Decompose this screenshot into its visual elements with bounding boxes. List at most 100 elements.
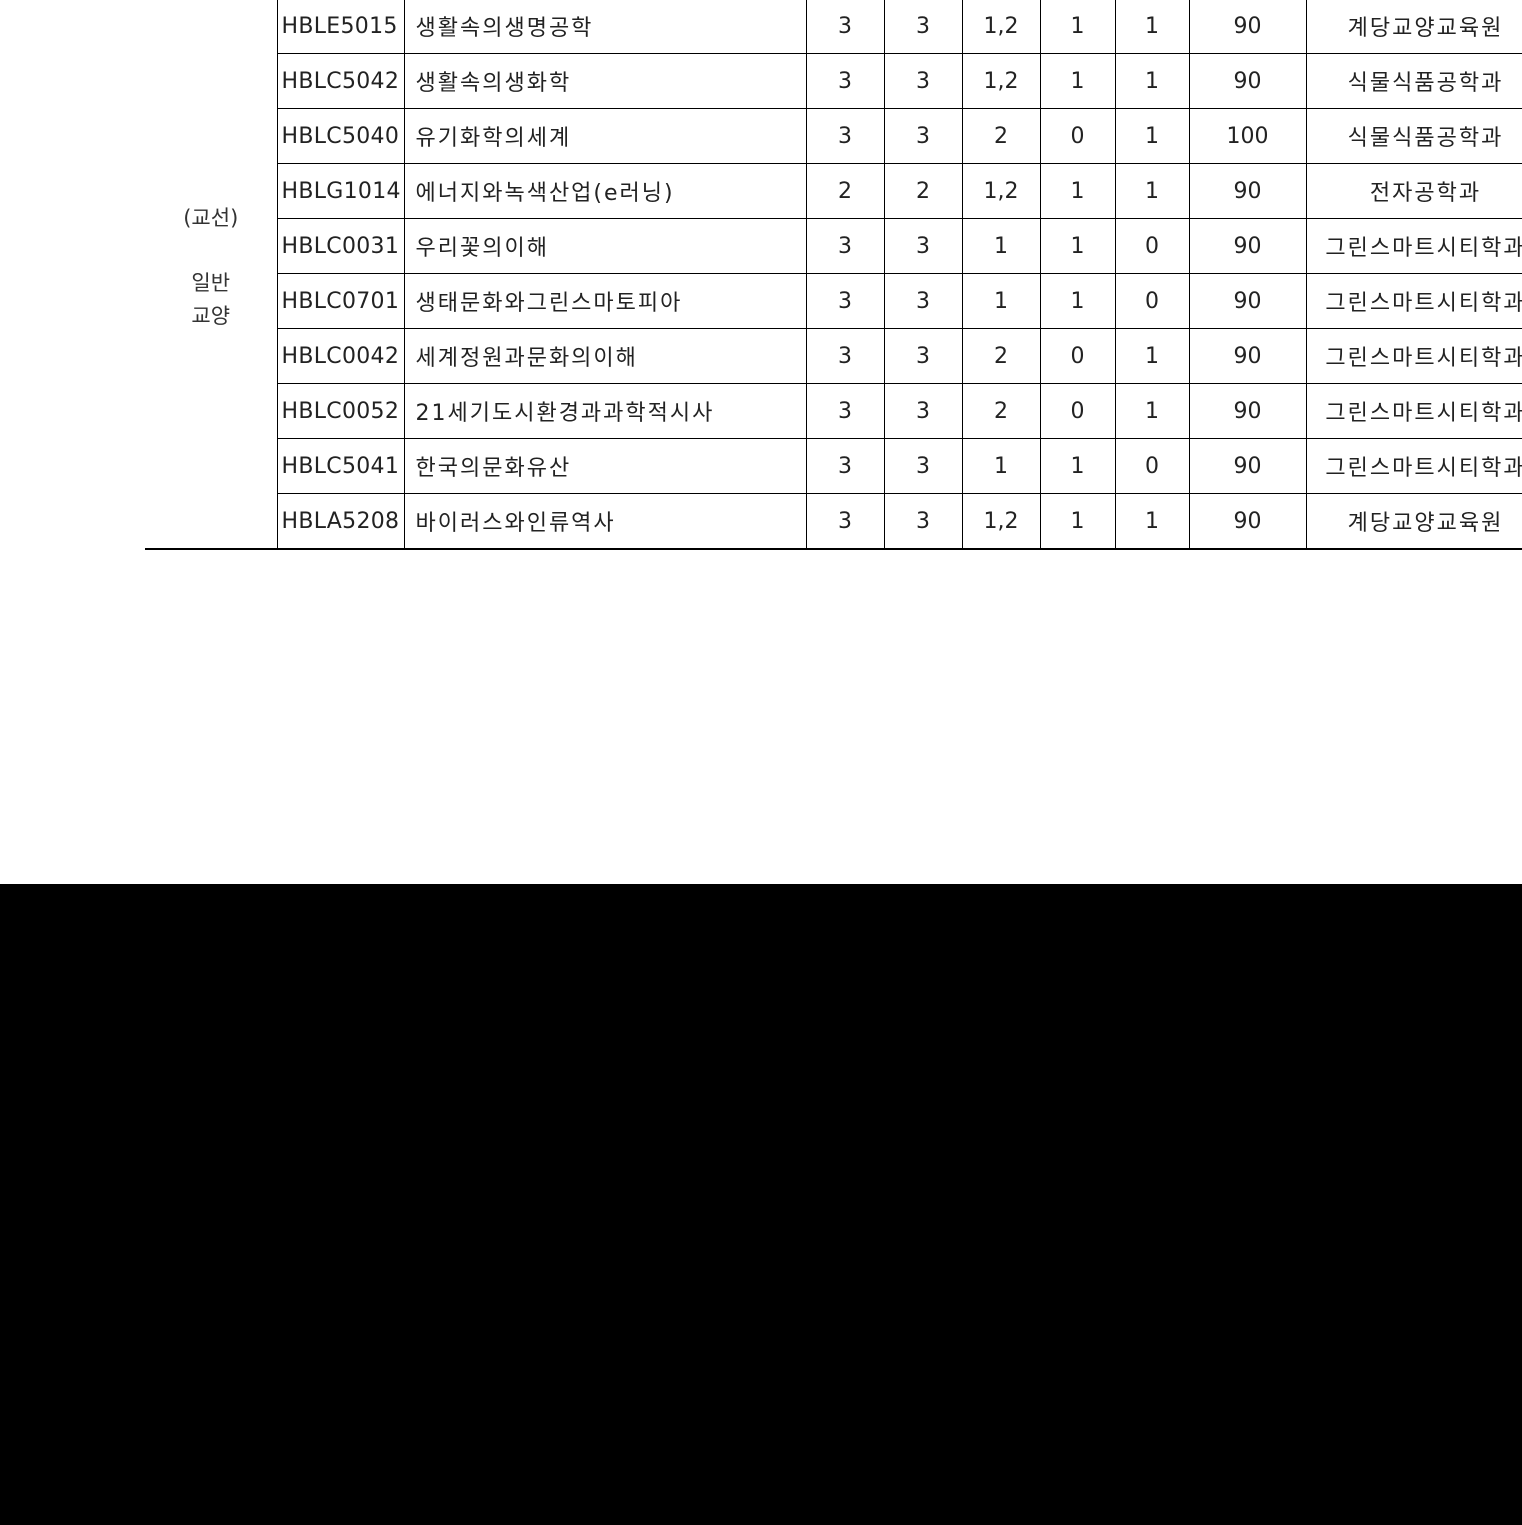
table-row: HBLA5208 바이러스와인류역사 3 3 1,2 1 1 90 계당교양교육… bbox=[145, 493, 1522, 550]
number-cell-6: 90 bbox=[1188, 273, 1307, 329]
number-cell-2: 3 bbox=[883, 108, 963, 164]
number-cell-3: 2 bbox=[961, 328, 1041, 384]
department-cell: 그린스마트시티학과 bbox=[1305, 383, 1522, 439]
number-cell-1: 3 bbox=[805, 0, 885, 54]
course-code-cell: HBLC0052 bbox=[276, 383, 405, 439]
number-cell-5: 0 bbox=[1114, 438, 1190, 494]
course-code-cell: HBLG1014 bbox=[276, 163, 405, 219]
number-cell-4: 1 bbox=[1039, 273, 1116, 329]
number-cell-2: 2 bbox=[883, 163, 963, 219]
number-cell-2: 3 bbox=[883, 273, 963, 329]
department-cell: 계당교양교육원 bbox=[1305, 493, 1522, 550]
course-code-cell: HBLE5015 bbox=[276, 0, 405, 54]
number-cell-5: 0 bbox=[1114, 218, 1190, 274]
course-code-cell: HBLC5042 bbox=[276, 53, 405, 109]
table-row: HBLC0042 세계정원과문화의이해 3 3 2 0 1 90 그린스마트시티… bbox=[145, 328, 1522, 384]
document-page: (교선) 일반 교양 HBLE5015 생활속의생명공학 3 3 1,2 1 1… bbox=[0, 0, 1522, 884]
number-cell-3: 1,2 bbox=[961, 53, 1041, 109]
number-cell-6: 90 bbox=[1188, 0, 1307, 54]
number-cell-4: 0 bbox=[1039, 383, 1116, 439]
number-cell-5: 1 bbox=[1114, 328, 1190, 384]
number-cell-4: 1 bbox=[1039, 53, 1116, 109]
course-code-cell: HBLC5040 bbox=[276, 108, 405, 164]
course-name-cell: 유기화학의세계 bbox=[403, 108, 807, 164]
number-cell-5: 1 bbox=[1114, 0, 1190, 54]
number-cell-6: 90 bbox=[1188, 493, 1307, 550]
number-cell-3: 1 bbox=[961, 438, 1041, 494]
number-cell-3: 1 bbox=[961, 218, 1041, 274]
table-row: HBLC0031 우리꽃의이해 3 3 1 1 0 90 그린스마트시티학과 bbox=[145, 218, 1522, 274]
course-code-cell: HBLA5208 bbox=[276, 493, 405, 550]
course-name-cell: 한국의문화유산 bbox=[403, 438, 807, 494]
department-cell: 그린스마트시티학과 bbox=[1305, 438, 1522, 494]
table-row: HBLG1014 에너지와녹색산업(e러닝) 2 2 1,2 1 1 90 전자… bbox=[145, 163, 1522, 219]
category-label-3: 교양 bbox=[191, 303, 231, 328]
number-cell-6: 90 bbox=[1188, 438, 1307, 494]
number-cell-4: 0 bbox=[1039, 328, 1116, 384]
number-cell-6: 90 bbox=[1188, 163, 1307, 219]
course-name-cell: 21세기도시환경과과학적시사 bbox=[403, 383, 807, 439]
number-cell-1: 3 bbox=[805, 383, 885, 439]
department-cell: 그린스마트시티학과 bbox=[1305, 328, 1522, 384]
course-name-cell: 생활속의생화학 bbox=[403, 53, 807, 109]
course-name-cell: 세계정원과문화의이해 bbox=[403, 328, 807, 384]
number-cell-4: 1 bbox=[1039, 218, 1116, 274]
table-row: HBLC0052 21세기도시환경과과학적시사 3 3 2 0 1 90 그린스… bbox=[145, 383, 1522, 439]
number-cell-6: 90 bbox=[1188, 218, 1307, 274]
number-cell-1: 3 bbox=[805, 493, 885, 550]
number-cell-3: 1,2 bbox=[961, 163, 1041, 219]
number-cell-6: 90 bbox=[1188, 328, 1307, 384]
number-cell-3: 1,2 bbox=[961, 0, 1041, 54]
department-cell: 식물식품공학과 bbox=[1305, 108, 1522, 164]
number-cell-1: 3 bbox=[805, 53, 885, 109]
number-cell-6: 90 bbox=[1188, 53, 1307, 109]
number-cell-5: 1 bbox=[1114, 163, 1190, 219]
number-cell-3: 1 bbox=[961, 273, 1041, 329]
course-name-cell: 바이러스와인류역사 bbox=[403, 493, 807, 550]
number-cell-1: 2 bbox=[805, 163, 885, 219]
course-code-cell: HBLC5041 bbox=[276, 438, 405, 494]
number-cell-5: 1 bbox=[1114, 493, 1190, 550]
number-cell-5: 1 bbox=[1114, 108, 1190, 164]
number-cell-2: 3 bbox=[883, 438, 963, 494]
table-row: (교선) 일반 교양 HBLE5015 생활속의생명공학 3 3 1,2 1 1… bbox=[145, 0, 1522, 550]
number-cell-6: 90 bbox=[1188, 383, 1307, 439]
number-cell-3: 1,2 bbox=[961, 493, 1041, 550]
department-cell: 그린스마트시티학과 bbox=[1305, 273, 1522, 329]
department-cell: 계당교양교육원 bbox=[1305, 0, 1522, 54]
number-cell-4: 1 bbox=[1039, 493, 1116, 550]
number-cell-2: 3 bbox=[883, 493, 963, 550]
course-code-cell: HBLC0042 bbox=[276, 328, 405, 384]
number-cell-5: 0 bbox=[1114, 273, 1190, 329]
number-cell-4: 0 bbox=[1039, 108, 1116, 164]
number-cell-1: 3 bbox=[805, 218, 885, 274]
number-cell-4: 1 bbox=[1039, 163, 1116, 219]
number-cell-2: 3 bbox=[883, 328, 963, 384]
table-row: HBLC5041 한국의문화유산 3 3 1 1 0 90 그린스마트시티학과 bbox=[145, 438, 1522, 494]
course-name-cell: 생활속의생명공학 bbox=[403, 0, 807, 54]
course-name-cell: 에너지와녹색산업(e러닝) bbox=[403, 163, 807, 219]
number-cell-2: 3 bbox=[883, 218, 963, 274]
number-cell-6: 100 bbox=[1188, 108, 1307, 164]
department-cell: 전자공학과 bbox=[1305, 163, 1522, 219]
number-cell-1: 3 bbox=[805, 108, 885, 164]
number-cell-4: 1 bbox=[1039, 438, 1116, 494]
category-label-1: (교선) bbox=[183, 205, 239, 230]
department-cell: 그린스마트시티학과 bbox=[1305, 218, 1522, 274]
number-cell-3: 2 bbox=[961, 108, 1041, 164]
department-cell: 식물식품공학과 bbox=[1305, 53, 1522, 109]
table-row: HBLC0701 생태문화와그린스마토피아 3 3 1 1 0 90 그린스마트… bbox=[145, 273, 1522, 329]
number-cell-2: 3 bbox=[883, 53, 963, 109]
number-cell-4: 1 bbox=[1039, 0, 1116, 54]
number-cell-5: 1 bbox=[1114, 53, 1190, 109]
number-cell-2: 3 bbox=[883, 0, 963, 54]
course-table: (교선) 일반 교양 HBLE5015 생활속의생명공학 3 3 1,2 1 1… bbox=[145, 0, 1522, 550]
number-cell-1: 3 bbox=[805, 328, 885, 384]
number-cell-1: 3 bbox=[805, 438, 885, 494]
category-label-2: 일반 bbox=[191, 270, 231, 295]
number-cell-2: 3 bbox=[883, 383, 963, 439]
course-name-cell: 생태문화와그린스마토피아 bbox=[403, 273, 807, 329]
number-cell-1: 3 bbox=[805, 273, 885, 329]
course-name-cell: 우리꽃의이해 bbox=[403, 218, 807, 274]
course-code-cell: HBLC0031 bbox=[276, 218, 405, 274]
